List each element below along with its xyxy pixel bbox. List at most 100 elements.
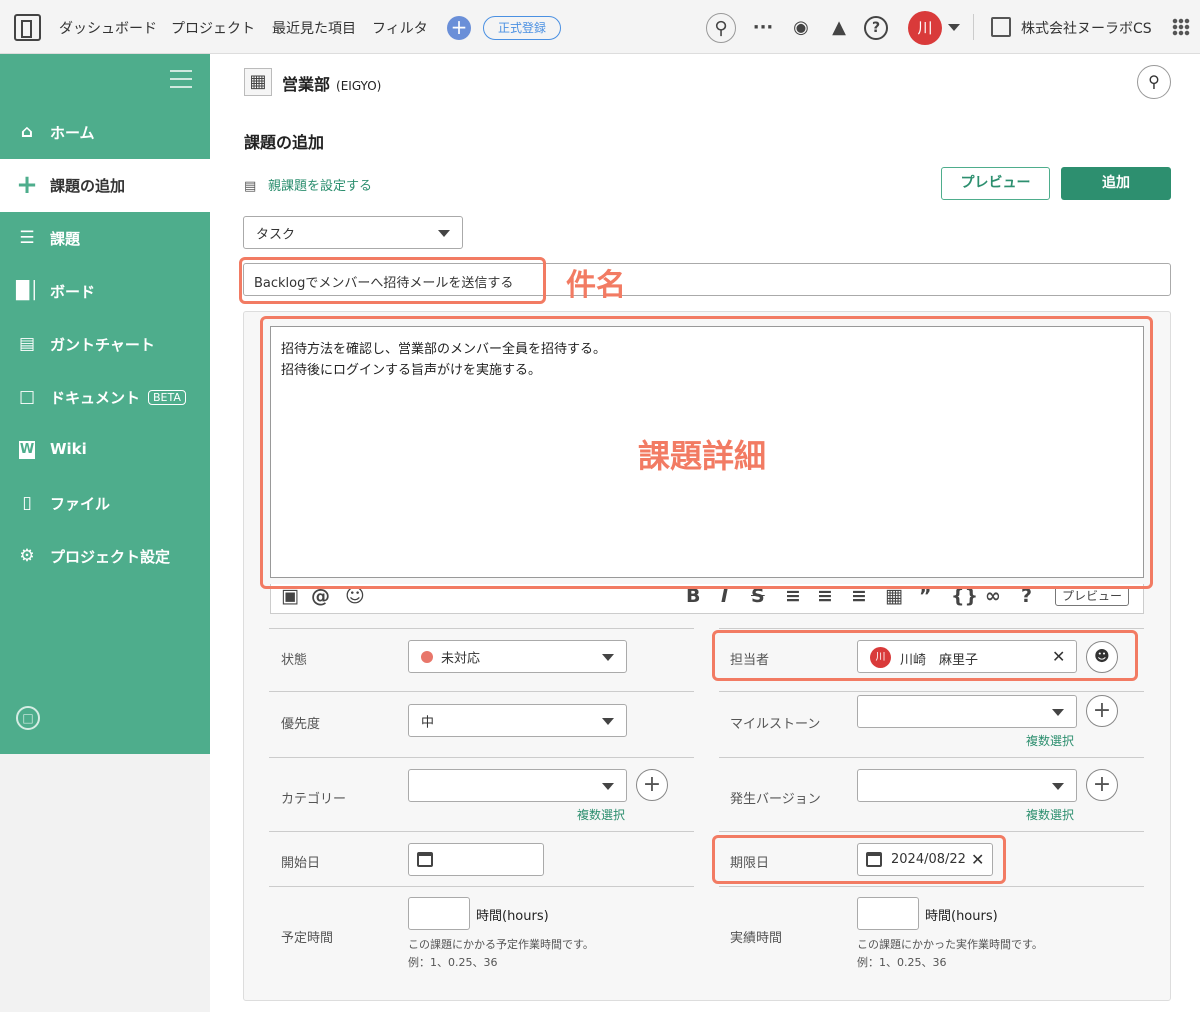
chevron-down-icon[interactable]	[948, 24, 960, 31]
more-icon[interactable]: ···	[748, 13, 778, 43]
project-icon: ▦	[244, 68, 272, 96]
sidebar-item-project-settings[interactable]: ⚙ プロジェクト設定	[0, 530, 210, 583]
status-select[interactable]: 未対応	[408, 640, 627, 673]
nav-projects[interactable]: プロジェクト	[171, 18, 255, 38]
divider	[719, 691, 1144, 692]
nav-dashboard[interactable]: ダッシュボード	[59, 18, 157, 38]
organization-icon	[991, 17, 1011, 37]
version-multi-select-link[interactable]: 複数選択	[1026, 806, 1074, 823]
sidebar-item-wiki[interactable]: W Wiki	[0, 424, 210, 477]
search-icon[interactable]: ⚲	[706, 13, 736, 43]
add-category-icon[interactable]: +	[636, 769, 668, 801]
divider	[269, 886, 694, 887]
parent-issue-icon: ▤	[244, 179, 257, 194]
beta-badge: BETA	[148, 390, 186, 405]
document-icon: □	[18, 387, 36, 407]
nav-recent[interactable]: 最近見た項目	[272, 18, 356, 38]
milestone-select[interactable]	[857, 695, 1077, 728]
start-date-label: 開始日	[281, 856, 321, 871]
actual-hours-input[interactable]	[857, 897, 919, 930]
quick-add-icon[interactable]: +	[447, 16, 471, 40]
divider	[973, 14, 974, 40]
category-select[interactable]	[408, 769, 627, 802]
list-icon: ☰	[19, 228, 35, 248]
feedback-icon[interactable]: □	[16, 706, 40, 730]
status-label: 状態	[281, 653, 308, 668]
sidebar-item-files[interactable]: ▯ ファイル	[0, 477, 210, 530]
divider	[269, 628, 694, 629]
organization-name[interactable]: 株式会社ヌーラボCS	[1021, 18, 1152, 38]
priority-select[interactable]: 中	[408, 704, 627, 737]
sidebar-item-label: プロジェクト設定	[50, 548, 171, 566]
help-icon[interactable]: ?	[864, 16, 888, 40]
sidebar-item-label: ファイル	[50, 495, 111, 513]
start-date-field[interactable]	[408, 843, 544, 876]
editor-preview-button[interactable]: プレビュー	[1054, 586, 1129, 606]
project-search-icon[interactable]: ⚲	[1137, 65, 1171, 99]
subject-annotation-label: 件名	[566, 268, 626, 303]
bell-icon[interactable]: ▲	[824, 13, 854, 43]
assignee-annotation-frame	[712, 630, 1138, 681]
wiki-icon: W	[19, 441, 35, 459]
estimated-hours-label: 予定時間	[281, 931, 334, 946]
issue-type-select[interactable]: タスク	[243, 216, 463, 249]
add-version-icon[interactable]: +	[1086, 769, 1118, 801]
parent-issue-link[interactable]: ▤ 親課題を設定する	[244, 175, 372, 194]
estimated-hours-input[interactable]	[408, 897, 470, 930]
sidebar-item-board[interactable]: █│ ボード	[0, 265, 210, 318]
divider	[269, 757, 694, 758]
file-icon: ▯	[22, 493, 32, 513]
sidebar-item-label: ガントチャート	[50, 336, 155, 354]
sidebar-item-label: ホーム	[50, 124, 95, 142]
actual-hours-label: 実績時間	[730, 931, 783, 946]
sidebar-item-documents[interactable]: □ ドキュメント BETA	[0, 371, 210, 424]
actual-hours-hint: この課題にかかった実作業時間です。 例：1、0.25、36	[857, 936, 1043, 972]
sidebar-item-gantt[interactable]: ▤ ガントチャート	[0, 318, 210, 371]
divider	[719, 757, 1144, 758]
project-title[interactable]: 営業部 (EIGYO)	[282, 71, 381, 95]
chevron-down-icon	[602, 717, 614, 725]
hint-example: 例：1、0.25、36	[857, 956, 947, 969]
version-select[interactable]	[857, 769, 1077, 802]
watch-eye-icon[interactable]: ◉	[786, 13, 816, 43]
plus-icon: +	[16, 170, 38, 200]
backlog-logo-icon[interactable]	[14, 14, 41, 41]
sidebar-item-issues[interactable]: ☰ 課題	[0, 212, 210, 265]
milestone-multi-select-link[interactable]: 複数選択	[1026, 732, 1074, 749]
priority-label: 優先度	[281, 717, 321, 732]
sidebar-item-label: 課題	[50, 230, 81, 248]
app-switcher-icon[interactable]	[1172, 18, 1190, 36]
nav-filter[interactable]: フィルタ	[372, 18, 428, 38]
register-button[interactable]: 正式登録	[483, 16, 561, 40]
sidebar-item-home[interactable]: ⌂ ホーム	[0, 106, 210, 159]
gear-icon: ⚙	[19, 546, 35, 566]
add-button[interactable]: 追加	[1061, 167, 1171, 200]
subject-annotation-frame	[239, 257, 546, 304]
version-label: 発生バージョン	[730, 792, 821, 807]
hint-text: この課題にかかった実作業時間です。	[857, 938, 1043, 951]
sidebar-item-add-issue[interactable]: + 課題の追加	[0, 159, 210, 212]
hint-example: 例：1、0.25、36	[408, 956, 498, 969]
divider	[719, 886, 1144, 887]
chevron-down-icon	[602, 653, 614, 661]
issue-type-value: タスク	[256, 227, 296, 242]
preview-button[interactable]: プレビュー	[941, 167, 1050, 200]
chevron-down-icon	[1052, 708, 1064, 716]
menu-toggle-icon[interactable]	[170, 70, 192, 88]
main-content: ▦ 営業部 (EIGYO) ⚲ 課題の追加 ▤ 親課題を設定する プレビュー 追加 …	[210, 54, 1200, 1012]
description-annotation-label: 課題詳細	[638, 437, 767, 475]
divider	[269, 831, 694, 832]
home-icon: ⌂	[20, 122, 34, 142]
user-avatar[interactable]: 川	[908, 11, 942, 45]
sidebar-item-label: ドキュメント	[50, 389, 141, 407]
due-date-annotation-frame	[712, 835, 1006, 884]
project-key: (EIGYO)	[336, 79, 382, 93]
priority-value: 中	[421, 715, 435, 730]
estimated-hours-unit: 時間(hours)	[476, 909, 549, 924]
sidebar-item-label: Wiki	[50, 440, 87, 458]
category-label: カテゴリー	[281, 792, 347, 807]
add-milestone-icon[interactable]: +	[1086, 695, 1118, 727]
category-multi-select-link[interactable]: 複数選択	[577, 806, 625, 823]
chevron-down-icon	[438, 229, 450, 237]
sidebar-item-label: 課題の追加	[50, 177, 126, 195]
